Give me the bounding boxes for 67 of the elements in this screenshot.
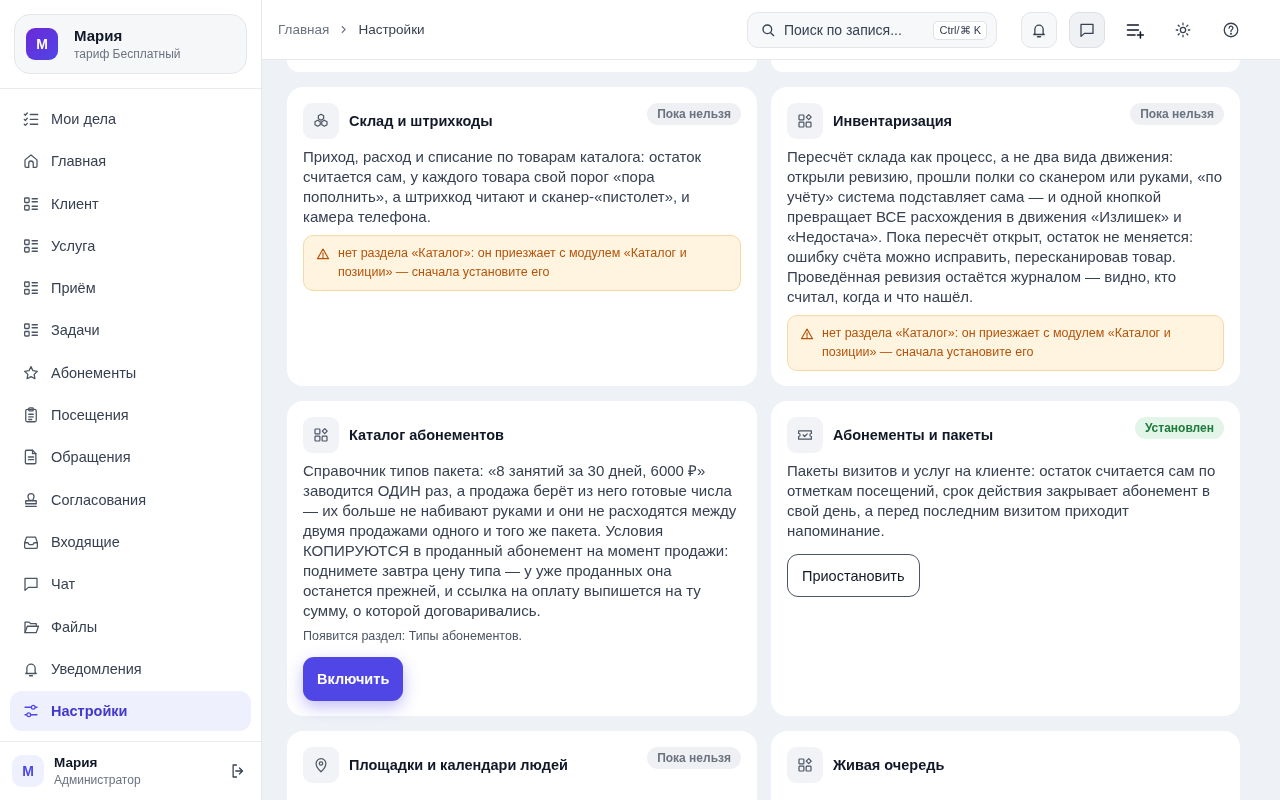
profile-name: Мария xyxy=(74,27,124,44)
status-badge: Пока нельзя xyxy=(647,103,741,125)
search-icon xyxy=(760,21,776,38)
module-description: Приход, расход и списание по товарам каталога: остаток считается сам, у каждого товара свой порог «пора пополнить», а штрихкод читают и сканер-«пистолет», и камера телефона. xyxy=(303,147,703,227)
suspend-button[interactable]: Приостановить xyxy=(787,554,920,597)
notifications-button[interactable] xyxy=(1021,11,1057,48)
alert-text: нет раздела «Каталог»: он приезжает с модулем «Каталог и позиции» — сначала установите его xyxy=(822,325,1172,361)
squares-icon xyxy=(787,103,823,139)
avatar: М xyxy=(12,755,44,788)
cubes-icon xyxy=(303,103,339,139)
plan-label: тариф Бесплатный xyxy=(74,47,181,61)
enable-button[interactable]: Включить xyxy=(303,657,404,701)
sun-icon[interactable] xyxy=(1174,20,1192,39)
nav-item[interactable]: Абонементы xyxy=(10,352,251,393)
nav-item[interactable]: Приём xyxy=(10,268,251,309)
nav-item[interactable]: Настройки xyxy=(10,691,251,732)
warning-icon xyxy=(800,327,814,341)
squares-icon xyxy=(303,417,339,453)
clipboard-icon xyxy=(22,406,40,425)
nav-item[interactable]: Посещения xyxy=(10,395,251,436)
breadcrumb-link[interactable]: Главная xyxy=(278,22,330,37)
squares-icon xyxy=(787,747,823,783)
chat-icon xyxy=(22,575,40,594)
module-title: Каталог абонементов xyxy=(349,427,505,443)
user-name: Мария xyxy=(54,755,99,771)
nav-item[interactable]: Главная xyxy=(10,141,251,182)
module-title: Площадки и календари людей xyxy=(349,757,569,773)
module-title: Склад и штрихкоды xyxy=(349,113,494,129)
list-icon xyxy=(22,321,40,340)
module-title: Живая очередь xyxy=(833,757,946,773)
nav-item[interactable]: Уведомления xyxy=(10,648,251,689)
module-description: Пересчёт склада как процесс, а не два вида движения: открыли ревизию, прошли полки со сканером или руками, «по учёту» система подставляет сама — и одной кнопкой превращает ВСЕ расхождения в движения «Излишек» и «Недостача». Пока пересчёт открыт, остаток не меняется: ошибку счёта можно исправить, пересканировав товар. Проведённая ревизия остаётся журналом — видно, кто считал, когда и что нашёл. xyxy=(787,147,1223,307)
list-icon xyxy=(22,279,40,298)
breadcrumb-current: Настройки xyxy=(358,22,425,37)
module-title: Абонементы и пакеты xyxy=(833,427,995,443)
user-role: Администратор xyxy=(54,773,142,788)
home-icon xyxy=(22,152,40,171)
status-badge: Установлен xyxy=(1134,417,1224,439)
star-icon xyxy=(22,363,40,382)
nav-item[interactable]: Мои дела xyxy=(10,99,251,139)
warning-icon xyxy=(316,247,330,261)
document-icon xyxy=(22,448,40,467)
nav-item[interactable]: Согласования xyxy=(10,479,251,520)
status-badge: Пока нельзя xyxy=(647,747,741,769)
alert-text: нет раздела «Каталог»: он приезжает с модулем «Каталог и позиции» — сначала установите его xyxy=(338,245,688,281)
module-description: Пакеты визитов и услуг на клиенте: остаток считается сам по отметкам посещений, срок действия закрывает абонемент в свой день, а перед последним визитом приходит напоминание. xyxy=(787,461,1217,541)
list-icon xyxy=(22,194,40,213)
module-note: Появится раздел: Типы абонементов. xyxy=(303,628,522,644)
module-title: Инвентаризация xyxy=(833,113,954,129)
nav-item[interactable]: Чат xyxy=(10,564,251,605)
ticket-icon xyxy=(787,417,823,453)
avatar: М xyxy=(26,28,58,60)
profile-card[interactable]: М Мария тариф Бесплатный xyxy=(14,14,247,74)
nav-item[interactable]: Услуга xyxy=(10,225,251,266)
stamp-icon xyxy=(22,490,40,509)
module-description: Справочник типов пакета: «8 занятий за 30 дней, 6000 ₽» заводится ОДИН раз, а продажа берёт из него готовые числа — их больше не набивают руками и они не расходятся между двумя продажами одного и того же пакета. Условия КОПИРУЮТСЯ в проданный абонемент на момент продажи: поднимете завтра цену типа — у уже проданных она останется прежней, и ссылка на оплату выпишется на ту сумму, о которой договаривались. xyxy=(303,461,738,621)
help-icon[interactable] xyxy=(1222,20,1240,39)
nav-item[interactable]: Обращения xyxy=(10,437,251,478)
checklist-icon xyxy=(22,110,40,128)
messages-button[interactable] xyxy=(1069,11,1105,48)
map-pin-icon xyxy=(303,747,339,783)
list-icon xyxy=(22,236,40,255)
status-badge: Пока нельзя xyxy=(1130,103,1224,125)
nav-item[interactable]: Файлы xyxy=(10,606,251,647)
nav-item[interactable]: Задачи xyxy=(10,310,251,351)
nav-item[interactable]: Клиент xyxy=(10,183,251,224)
nav-item[interactable]: Входящие xyxy=(10,521,251,562)
